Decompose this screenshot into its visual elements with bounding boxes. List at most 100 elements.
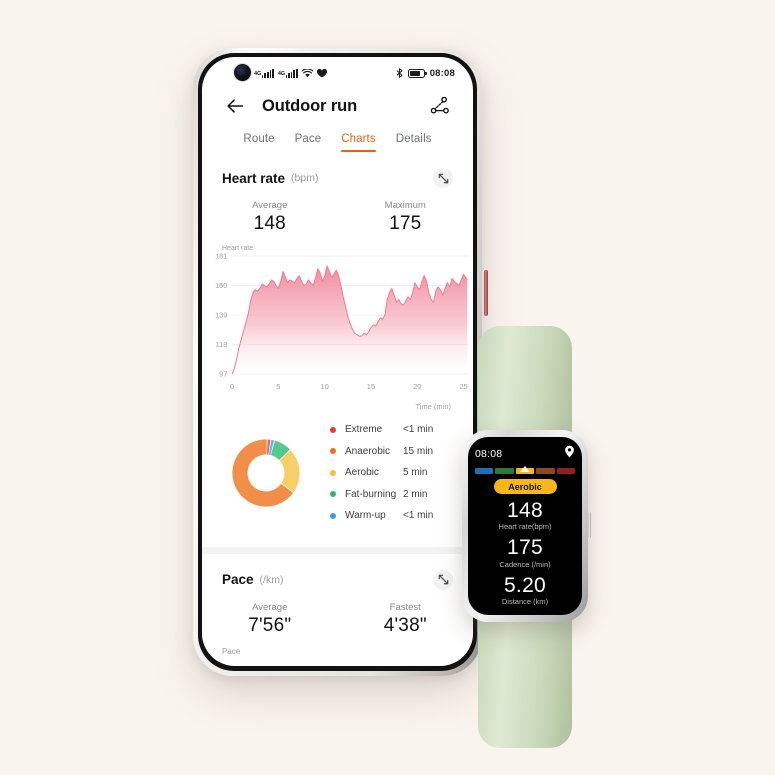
legend-label-fat-burning: Fat-burning: [345, 488, 397, 500]
heart-icon: [316, 68, 327, 77]
wifi-icon: [301, 68, 313, 77]
pace-card: Pace (/km) Average 7'56" Fastest 4'38" P…: [202, 553, 474, 662]
watch-zone-pill: Aerobic: [493, 479, 557, 494]
heart-rate-unit: (bpm): [291, 172, 319, 184]
heart-rate-zone-legend: Extreme <1 min Anaerobic 15 min Aerobic …: [330, 419, 455, 527]
zone-segment-5: [556, 468, 576, 474]
legend-item-extreme: Extreme <1 min: [330, 419, 455, 441]
phone-screen: 4G 4G 08:08 Outdoor run Route Pace Chart…: [202, 57, 473, 666]
pace-expand-button[interactable]: [433, 569, 453, 590]
legend-dot-warm-up: [330, 512, 336, 519]
watch-distance-label: Distance (km): [501, 597, 549, 607]
tab-details[interactable]: Details: [396, 133, 432, 152]
tab-charts[interactable]: Charts: [341, 133, 377, 152]
pace-chart-axis-title: Pace: [222, 646, 241, 656]
signal-icon-secondary: 4G: [277, 68, 298, 78]
pace-fastest-value: 4'38": [383, 614, 427, 636]
legend-item-anaerobic: Anaerobic 15 min: [330, 441, 455, 463]
heart-rate-average-value: 148: [253, 213, 286, 234]
x-tick-label: 20: [413, 382, 422, 391]
legend-value-warm-up: <1 min: [403, 510, 434, 522]
legend-label-anaerobic: Anaerobic: [345, 445, 391, 457]
expand-diagonal-icon: [438, 574, 448, 585]
phone-bezel: 4G 4G 08:08 Outdoor run Route Pace Chart…: [198, 53, 477, 671]
watch-status-bar: 08:08: [475, 445, 575, 463]
watch-cadence-value: 175: [507, 536, 543, 560]
heart-rate-title: Heart rate: [222, 170, 286, 186]
svg-text:118: 118: [216, 340, 228, 349]
svg-text:139: 139: [215, 310, 227, 319]
share-nodes-icon[interactable]: [429, 95, 451, 117]
heart-rate-x-axis: 0 5 10 15 20 25: [202, 380, 473, 392]
heart-rate-average-stat: Average 148: [202, 200, 338, 235]
status-bar-right-icons: 08:08: [396, 68, 455, 79]
donut-chart: [232, 439, 300, 507]
tab-route[interactable]: Route: [243, 133, 274, 152]
watch-heart-rate-label: Heart rate(bpm): [498, 522, 552, 532]
legend-dot-anaerobic: [330, 448, 336, 455]
watch-cadence-label: Cadence (/min): [499, 559, 551, 569]
legend-value-extreme: <1 min: [403, 424, 434, 436]
bluetooth-icon: [396, 68, 403, 78]
pace-average-label: Average: [252, 601, 288, 613]
legend-label-aerobic: Aerobic: [345, 467, 379, 479]
tab-bar: Route Pace Charts Details: [202, 121, 473, 152]
heart-rate-maximum-value: 175: [389, 213, 422, 234]
expand-diagonal-icon: [438, 173, 448, 183]
back-arrow-icon[interactable]: [224, 95, 246, 117]
heart-rate-chart: Heart rate 97 118 139 160 181 0 5 10 15 …: [202, 239, 473, 411]
phone-power-button[interactable]: [484, 270, 488, 316]
watch-zone-bar: [475, 466, 576, 474]
x-tick-label: 0: [230, 382, 235, 391]
heart-rate-zones: Extreme <1 min Anaerobic 15 min Aerobic …: [202, 411, 473, 541]
heart-rate-maximum-stat: Maximum 175: [338, 200, 474, 235]
network-type-label-2: 4G: [277, 71, 286, 77]
status-bar: 4G 4G 08:08: [202, 57, 473, 85]
status-bar-clock: 08:08: [429, 67, 455, 79]
legend-item-fat-burning: Fat-burning 2 min: [330, 484, 455, 506]
svg-text:181: 181: [215, 252, 227, 261]
legend-dot-fat-burning: [330, 491, 336, 498]
zone-marker-icon: [520, 466, 530, 472]
legend-dot-aerobic: [330, 469, 336, 476]
heart-rate-card: Heart rate (bpm) Average 148 Maximum 175…: [202, 152, 473, 547]
pace-average-value: 7'56": [248, 614, 292, 636]
watch-distance-value: 5.20: [503, 573, 547, 597]
watch-clock: 08:08: [475, 448, 503, 460]
heart-rate-x-axis-title: Time (min): [415, 402, 451, 411]
pace-fastest-label: Fastest: [389, 601, 421, 613]
pace-fastest-stat: Fastest 4'38": [338, 602, 474, 637]
status-bar-left-icons: 4G 4G: [254, 68, 327, 78]
pace-title: Pace: [222, 572, 254, 587]
location-pin-icon: [564, 445, 575, 463]
heart-rate-maximum-label: Maximum: [384, 200, 426, 211]
legend-item-aerobic: Aerobic 5 min: [330, 462, 455, 484]
legend-dot-extreme: [330, 426, 336, 433]
zone-segment-2: [495, 468, 514, 474]
pace-unit: (/km): [259, 573, 284, 586]
heart-rate-chart-axis-title: Heart rate: [222, 245, 254, 252]
pace-average-stat: Average 7'56": [202, 602, 338, 637]
heart-rate-zone-donut: [224, 431, 308, 515]
punch-hole-camera-icon: [234, 64, 251, 81]
heart-rate-stats: Average 148 Maximum 175: [202, 188, 473, 239]
watch-heart-rate-value: 148: [507, 499, 543, 522]
legend-value-anaerobic: 15 min: [403, 445, 434, 457]
svg-text:160: 160: [215, 281, 227, 290]
x-tick-label: 10: [320, 382, 329, 391]
tab-pace[interactable]: Pace: [295, 133, 322, 152]
x-tick-label: 5: [276, 382, 281, 391]
heart-rate-expand-button[interactable]: [433, 168, 453, 188]
legend-value-fat-burning: 2 min: [403, 488, 428, 500]
heart-rate-average-label: Average: [252, 200, 288, 211]
heart-rate-card-header: Heart rate (bpm): [202, 152, 473, 188]
signal-icon: 4G: [254, 68, 274, 78]
watch-device: 08:08 Aerobic 148 Heart rate(bpm) 175 Ca…: [455, 326, 595, 748]
watch-side-button[interactable]: [588, 512, 591, 538]
x-tick-label: 25: [459, 382, 468, 391]
heart-rate-area-chart: 97 118 139 160 181: [215, 252, 470, 379]
watch-metric-heart-rate: 148 Heart rate(bpm): [475, 499, 575, 532]
watch-metric-distance: 5.20 Distance (km): [475, 573, 575, 607]
zone-segment-1: [475, 468, 494, 474]
app-header: Outdoor run: [202, 85, 473, 121]
